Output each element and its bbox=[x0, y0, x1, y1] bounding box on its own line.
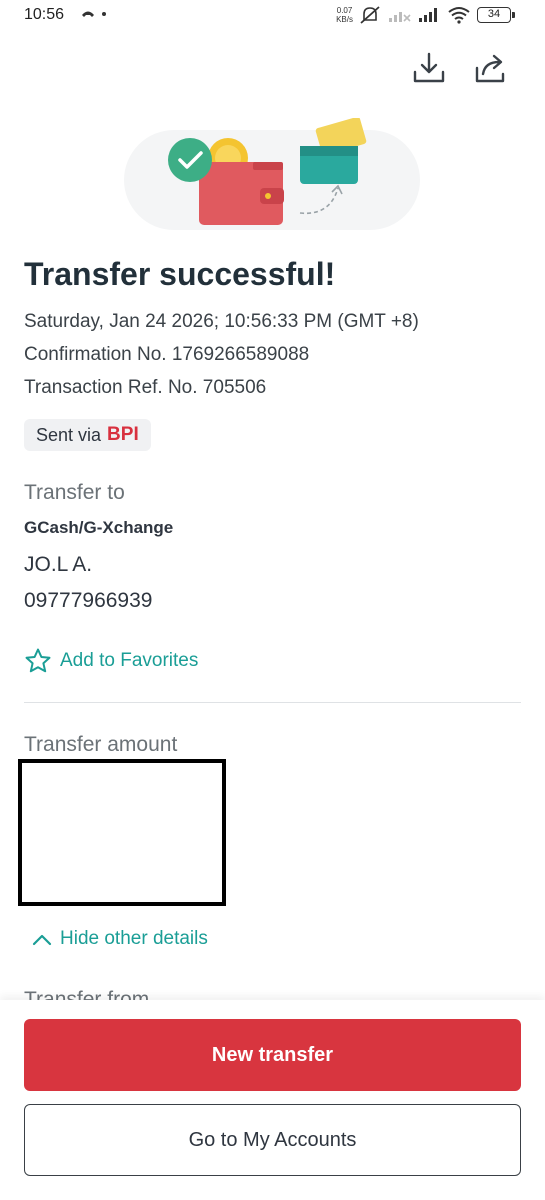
chevron-up-icon bbox=[32, 934, 52, 946]
transfer-to-label: Transfer to bbox=[24, 481, 125, 504]
signal-icon bbox=[419, 8, 437, 22]
share-icon[interactable] bbox=[473, 50, 509, 86]
status-indicators: 0.07 KB/s 34 bbox=[336, 4, 515, 26]
divider bbox=[24, 702, 521, 703]
hide-other-details-toggle[interactable]: Hide other details bbox=[32, 928, 208, 950]
recipient-number: 09777966939 bbox=[24, 589, 153, 612]
transfer-from-label: Transfer from bbox=[24, 988, 150, 1000]
status-time: 10:56 bbox=[24, 6, 65, 23]
page-title: Transfer successful! bbox=[24, 256, 336, 292]
sent-via-label: Sent via bbox=[36, 424, 102, 445]
recipient-name: JO.L A. bbox=[24, 553, 93, 576]
new-transfer-button[interactable]: New transfer bbox=[24, 1019, 521, 1091]
add-to-favorites-button[interactable]: Add to Favorites bbox=[24, 647, 198, 675]
star-icon bbox=[25, 648, 51, 673]
call-icon bbox=[80, 6, 114, 25]
transfer-amount-label: Transfer amount bbox=[24, 733, 178, 756]
redacted-amount bbox=[18, 759, 226, 906]
sent-via-bank-logo: BPI bbox=[107, 424, 139, 445]
confirmation-number: Confirmation No. 1769266589088 bbox=[24, 344, 310, 365]
hide-other-details-label: Hide other details bbox=[60, 928, 208, 949]
transaction-date: Saturday, Jan 24 2026; 10:56:33 PM (GMT … bbox=[24, 311, 419, 332]
net-speed: 0.07 KB/s bbox=[336, 6, 353, 24]
net-speed-unit: KB/s bbox=[336, 15, 353, 24]
add-to-favorites-label: Add to Favorites bbox=[60, 650, 199, 671]
go-to-my-accounts-button[interactable]: Go to My Accounts bbox=[24, 1104, 521, 1176]
receipt-actions bbox=[411, 50, 509, 86]
no-signal-icon bbox=[389, 12, 411, 22]
battery-indicator: 34 bbox=[477, 7, 515, 23]
net-speed-value: 0.07 bbox=[336, 6, 353, 15]
mute-alarm-icon bbox=[360, 6, 380, 24]
transfer-success-illustration bbox=[124, 118, 420, 230]
transaction-reference: Transaction Ref. No. 705506 bbox=[24, 377, 267, 398]
status-bar: 10:56 0.07 KB/s 34 bbox=[0, 0, 545, 32]
recipient-bank: GCash/G-Xchange bbox=[24, 518, 174, 537]
sent-via-badge: Sent via BPI bbox=[24, 419, 151, 451]
wifi-icon bbox=[448, 7, 470, 24]
download-icon[interactable] bbox=[411, 50, 447, 86]
